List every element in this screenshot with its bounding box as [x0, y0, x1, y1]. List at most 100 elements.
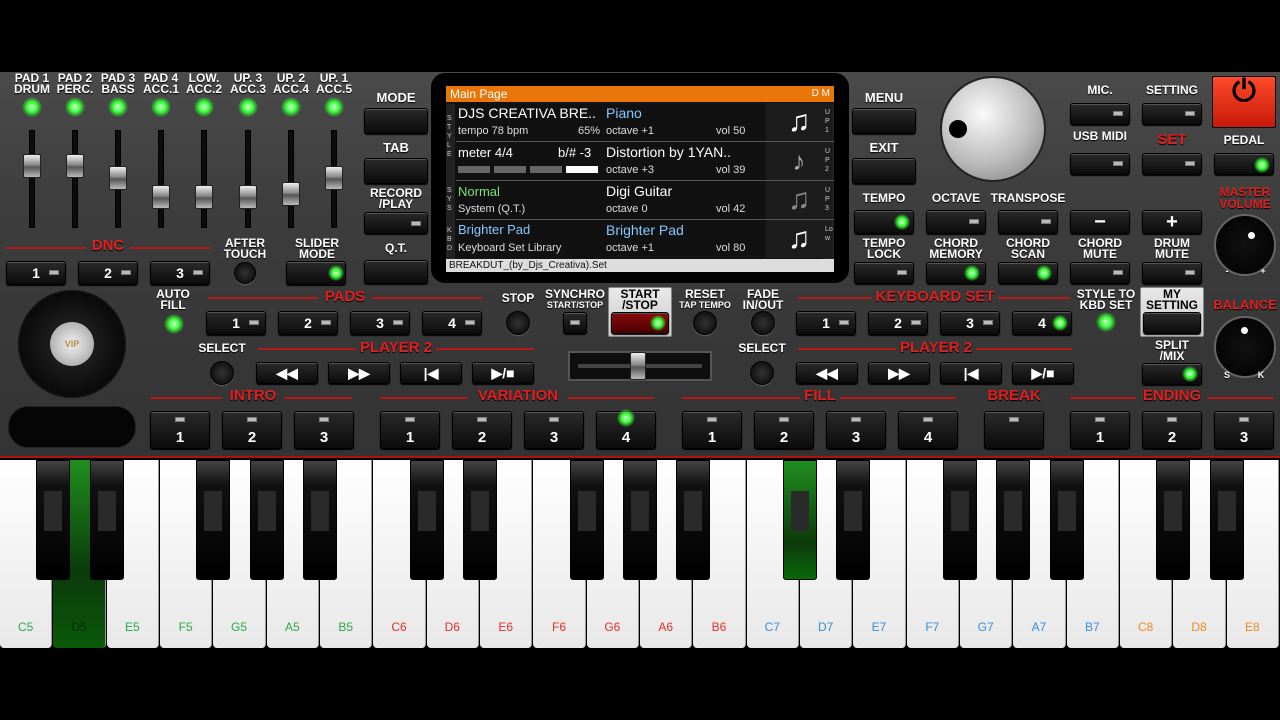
exit-button[interactable] [852, 158, 916, 184]
mixer-channel-led[interactable] [22, 97, 42, 117]
black-key[interactable] [1156, 460, 1191, 580]
synchro-button[interactable] [563, 312, 587, 334]
guitar-icon[interactable]: ♪ [766, 142, 832, 180]
black-key[interactable] [1049, 460, 1084, 580]
style-to-kbd-led[interactable] [1096, 312, 1116, 332]
pad-button-4[interactable]: 4 [422, 311, 482, 335]
minus-button[interactable]: − [1070, 210, 1130, 234]
ending-button-1[interactable]: 1 [1070, 411, 1130, 449]
power-icon[interactable]: ⏻ [1212, 76, 1276, 128]
screen-row-system[interactable]: Normal System (Q.T.) Digi Guitar octave … [456, 181, 834, 220]
usb-midi-button[interactable] [1070, 153, 1130, 175]
black-key[interactable] [409, 460, 444, 580]
black-key[interactable] [836, 460, 871, 580]
variation-button-2[interactable]: 2 [452, 411, 512, 449]
mixer-fader[interactable] [109, 166, 127, 191]
dnc-button-1[interactable]: 1 [6, 261, 66, 285]
mixer-fader[interactable] [239, 185, 257, 210]
play-stop-icon[interactable]: ▶/■ [1012, 362, 1074, 384]
tempo-lock-button[interactable] [854, 262, 914, 284]
dnc-button-2[interactable]: 2 [78, 261, 138, 285]
menu-button[interactable] [852, 108, 916, 134]
pad-button-3[interactable]: 3 [350, 311, 410, 335]
black-key[interactable] [36, 460, 71, 580]
intro-button-2[interactable]: 2 [222, 411, 282, 449]
mic-button[interactable] [1070, 103, 1130, 125]
fast-forward-icon[interactable]: ▶▶ [328, 362, 390, 384]
after-touch-button[interactable] [234, 262, 256, 284]
transpose-button[interactable] [998, 210, 1058, 234]
black-key[interactable] [303, 460, 337, 580]
stop-button[interactable] [506, 311, 530, 335]
my-setting-button[interactable] [1143, 312, 1201, 334]
black-key[interactable] [89, 460, 124, 580]
mixer-channel-led[interactable] [108, 97, 128, 117]
pad-button-2[interactable]: 2 [278, 311, 338, 335]
mixer-fader[interactable] [152, 185, 170, 210]
mixer-fader[interactable] [282, 182, 300, 207]
screen-row-meter[interactable]: meter 4/4 b/# -3 Distortion by 1YAN.. oc… [456, 142, 834, 181]
rewind-icon[interactable]: ◀◀ [256, 362, 318, 384]
kbd-set-button-2[interactable]: 2 [868, 311, 928, 335]
rewind-icon[interactable]: ◀◀ [796, 362, 858, 384]
play-stop-icon[interactable]: ▶/■ [472, 362, 534, 384]
black-key[interactable] [249, 460, 284, 580]
tap-tempo-button[interactable] [693, 311, 717, 335]
black-key[interactable] [623, 460, 657, 580]
fill-button-2[interactable]: 2 [754, 411, 814, 449]
music-note-icon[interactable]: ♫ [766, 220, 832, 258]
mixer-fader[interactable] [23, 154, 41, 179]
black-key[interactable] [463, 460, 497, 580]
mixer-channel-led[interactable] [151, 97, 171, 117]
fast-forward-icon[interactable]: ▶▶ [868, 362, 930, 384]
intro-button-1[interactable]: 1 [150, 411, 210, 449]
to-start-icon[interactable]: |◀ [940, 362, 1002, 384]
mixer-channel-led[interactable] [194, 97, 214, 117]
setting-button[interactable] [1142, 103, 1202, 125]
auto-fill-led[interactable] [164, 314, 184, 334]
dnc-button-3[interactable]: 3 [150, 261, 210, 285]
black-key[interactable] [996, 460, 1031, 580]
fill-button-1[interactable]: 1 [682, 411, 742, 449]
fade-button[interactable] [751, 311, 775, 335]
screen-row-style[interactable]: DJS CREATIVA BRE.. tempo 78 bpm 65% Pian… [456, 103, 834, 142]
kbd-set-button-3[interactable]: 3 [940, 311, 1000, 335]
break-button[interactable] [984, 411, 1044, 449]
black-key[interactable] [1209, 460, 1244, 580]
player-select-button-left[interactable] [210, 361, 234, 385]
record-play-button[interactable] [364, 212, 428, 234]
black-key[interactable] [783, 460, 817, 580]
balance-knob[interactable] [1214, 316, 1276, 378]
octave-button[interactable] [926, 210, 986, 234]
fill-button-3[interactable]: 3 [826, 411, 886, 449]
mixer-fader[interactable] [66, 154, 84, 179]
set-button[interactable] [1142, 153, 1202, 175]
variation-button-3[interactable]: 3 [524, 411, 584, 449]
mixer-fader[interactable] [195, 185, 213, 210]
black-key[interactable] [569, 460, 604, 580]
crossfader-cap[interactable] [630, 352, 646, 380]
variation-button-1[interactable]: 1 [380, 411, 440, 449]
black-key[interactable] [196, 460, 231, 580]
plus-button[interactable]: + [1142, 210, 1202, 234]
mode-button[interactable] [364, 108, 428, 134]
kbd-set-button-1[interactable]: 1 [796, 311, 856, 335]
music-note-icon[interactable]: ♫ [766, 103, 832, 141]
screen-row-keyboard[interactable]: Brighter Pad Keyboard Set Library Bright… [456, 220, 834, 259]
qt-button[interactable] [364, 260, 428, 284]
ending-button-3[interactable]: 3 [1214, 411, 1274, 449]
fill-button-4[interactable]: 4 [898, 411, 958, 449]
chord-mute-button[interactable] [1070, 262, 1130, 284]
mixer-channel-led[interactable] [65, 97, 85, 117]
player-select-button-right[interactable] [750, 361, 774, 385]
music-note-icon[interactable]: ♫ [766, 181, 832, 219]
to-start-icon[interactable]: |◀ [400, 362, 462, 384]
ending-button-2[interactable]: 2 [1142, 411, 1202, 449]
intro-button-3[interactable]: 3 [294, 411, 354, 449]
black-key[interactable] [943, 460, 977, 580]
mixer-fader[interactable] [325, 166, 343, 191]
mixer-channel-led[interactable] [238, 97, 258, 117]
pitch-bend-strip[interactable] [8, 406, 136, 448]
mixer-channel-led[interactable] [281, 97, 301, 117]
mixer-channel-led[interactable] [324, 97, 344, 117]
